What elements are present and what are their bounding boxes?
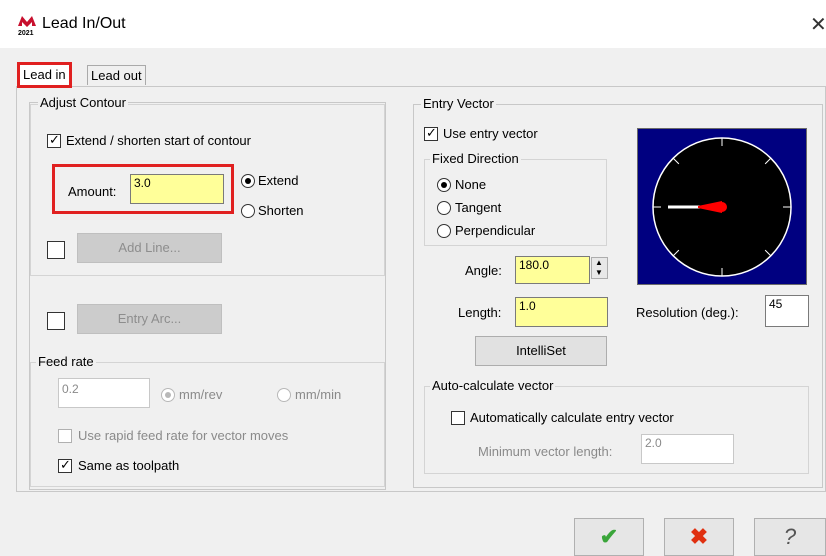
close-x-icon: ✖ <box>689 524 709 549</box>
extend-shorten-checkbox[interactable] <box>47 132 61 148</box>
tab-lead-out[interactable]: Lead out <box>87 65 146 85</box>
resolution-label: Resolution (deg.): <box>636 305 739 320</box>
help-button[interactable]: ? <box>754 518 826 556</box>
mm-rev-radio[interactable] <box>161 388 175 402</box>
use-entry-vector-checkbox[interactable] <box>424 125 438 141</box>
entry-vector-legend: Entry Vector <box>421 96 496 111</box>
same-as-toolpath-checkbox[interactable] <box>58 457 72 473</box>
direction-perpendicular-label: Perpendicular <box>455 223 536 238</box>
extend-radio[interactable] <box>241 174 255 188</box>
shorten-radio[interactable] <box>241 204 255 218</box>
direction-none-label: None <box>455 177 487 192</box>
entry-arc-checkbox[interactable] <box>47 312 65 330</box>
add-line-button[interactable]: Add Line... <box>77 233 222 263</box>
adjust-contour-legend: Adjust Contour <box>38 95 128 110</box>
entry-arc-button[interactable]: Entry Arc... <box>77 304 222 334</box>
svg-text:2021: 2021 <box>18 30 34 36</box>
mm-min-label: mm/min <box>295 387 342 402</box>
min-vector-length-label: Minimum vector length: <box>478 444 613 459</box>
auto-calc-legend: Auto-calculate vector <box>430 378 556 393</box>
mastercam-logo-icon: 2021 <box>17 14 37 37</box>
checkmark-icon: ✔ <box>599 524 619 549</box>
spin-up-icon[interactable]: ▲ <box>595 258 603 267</box>
fixed-direction-legend: Fixed Direction <box>430 151 521 166</box>
direction-none-radio[interactable] <box>437 178 451 192</box>
question-mark-icon: ? <box>783 524 797 549</box>
direction-tangent-radio[interactable] <box>437 201 451 215</box>
auto-calc-checkbox[interactable] <box>451 411 465 425</box>
mm-min-radio[interactable] <box>277 388 291 402</box>
angle-spinner[interactable]: ▲ ▼ <box>591 257 608 279</box>
use-entry-vector-label: Use entry vector <box>443 126 538 141</box>
direction-perpendicular-radio[interactable] <box>437 224 451 238</box>
spin-down-icon[interactable]: ▼ <box>595 268 603 277</box>
ok-button[interactable]: ✔ <box>574 518 644 556</box>
rapid-feed-label: Use rapid feed rate for vector moves <box>78 428 289 443</box>
rapid-feed-checkbox[interactable] <box>58 429 72 443</box>
intelliset-button[interactable]: IntelliSet <box>475 336 607 366</box>
auto-calc-group <box>424 386 809 474</box>
dial-center <box>717 202 727 212</box>
angle-input[interactable]: 180.0 <box>515 256 590 284</box>
resolution-input[interactable]: 45 <box>765 295 809 327</box>
direction-dial[interactable] <box>637 128 807 285</box>
same-as-toolpath-label: Same as toolpath <box>78 458 180 473</box>
feed-rate-legend: Feed rate <box>36 354 96 369</box>
amount-input[interactable]: 3.0 <box>130 174 224 204</box>
mm-rev-label: mm/rev <box>179 387 223 402</box>
min-vector-length-input[interactable]: 2.0 <box>641 434 734 464</box>
cancel-button[interactable]: ✖ <box>664 518 734 556</box>
length-label: Length: <box>458 305 502 320</box>
close-icon[interactable]: ✕ <box>810 12 826 37</box>
tab-lead-in[interactable]: Lead in <box>17 62 72 88</box>
window-title: Lead In/Out <box>42 15 126 32</box>
feed-rate-input[interactable]: 0.2 <box>58 378 150 408</box>
angle-label: Angle: <box>465 263 502 278</box>
amount-label: Amount: <box>68 184 117 199</box>
extend-radio-label: Extend <box>258 173 299 188</box>
auto-calc-label: Automatically calculate entry vector <box>470 410 674 425</box>
shorten-radio-label: Shorten <box>258 203 304 218</box>
direction-tangent-label: Tangent <box>455 200 502 215</box>
extend-shorten-label: Extend / shorten start of contour <box>66 133 251 148</box>
length-input[interactable]: 1.0 <box>515 297 608 327</box>
add-line-checkbox[interactable] <box>47 241 65 259</box>
